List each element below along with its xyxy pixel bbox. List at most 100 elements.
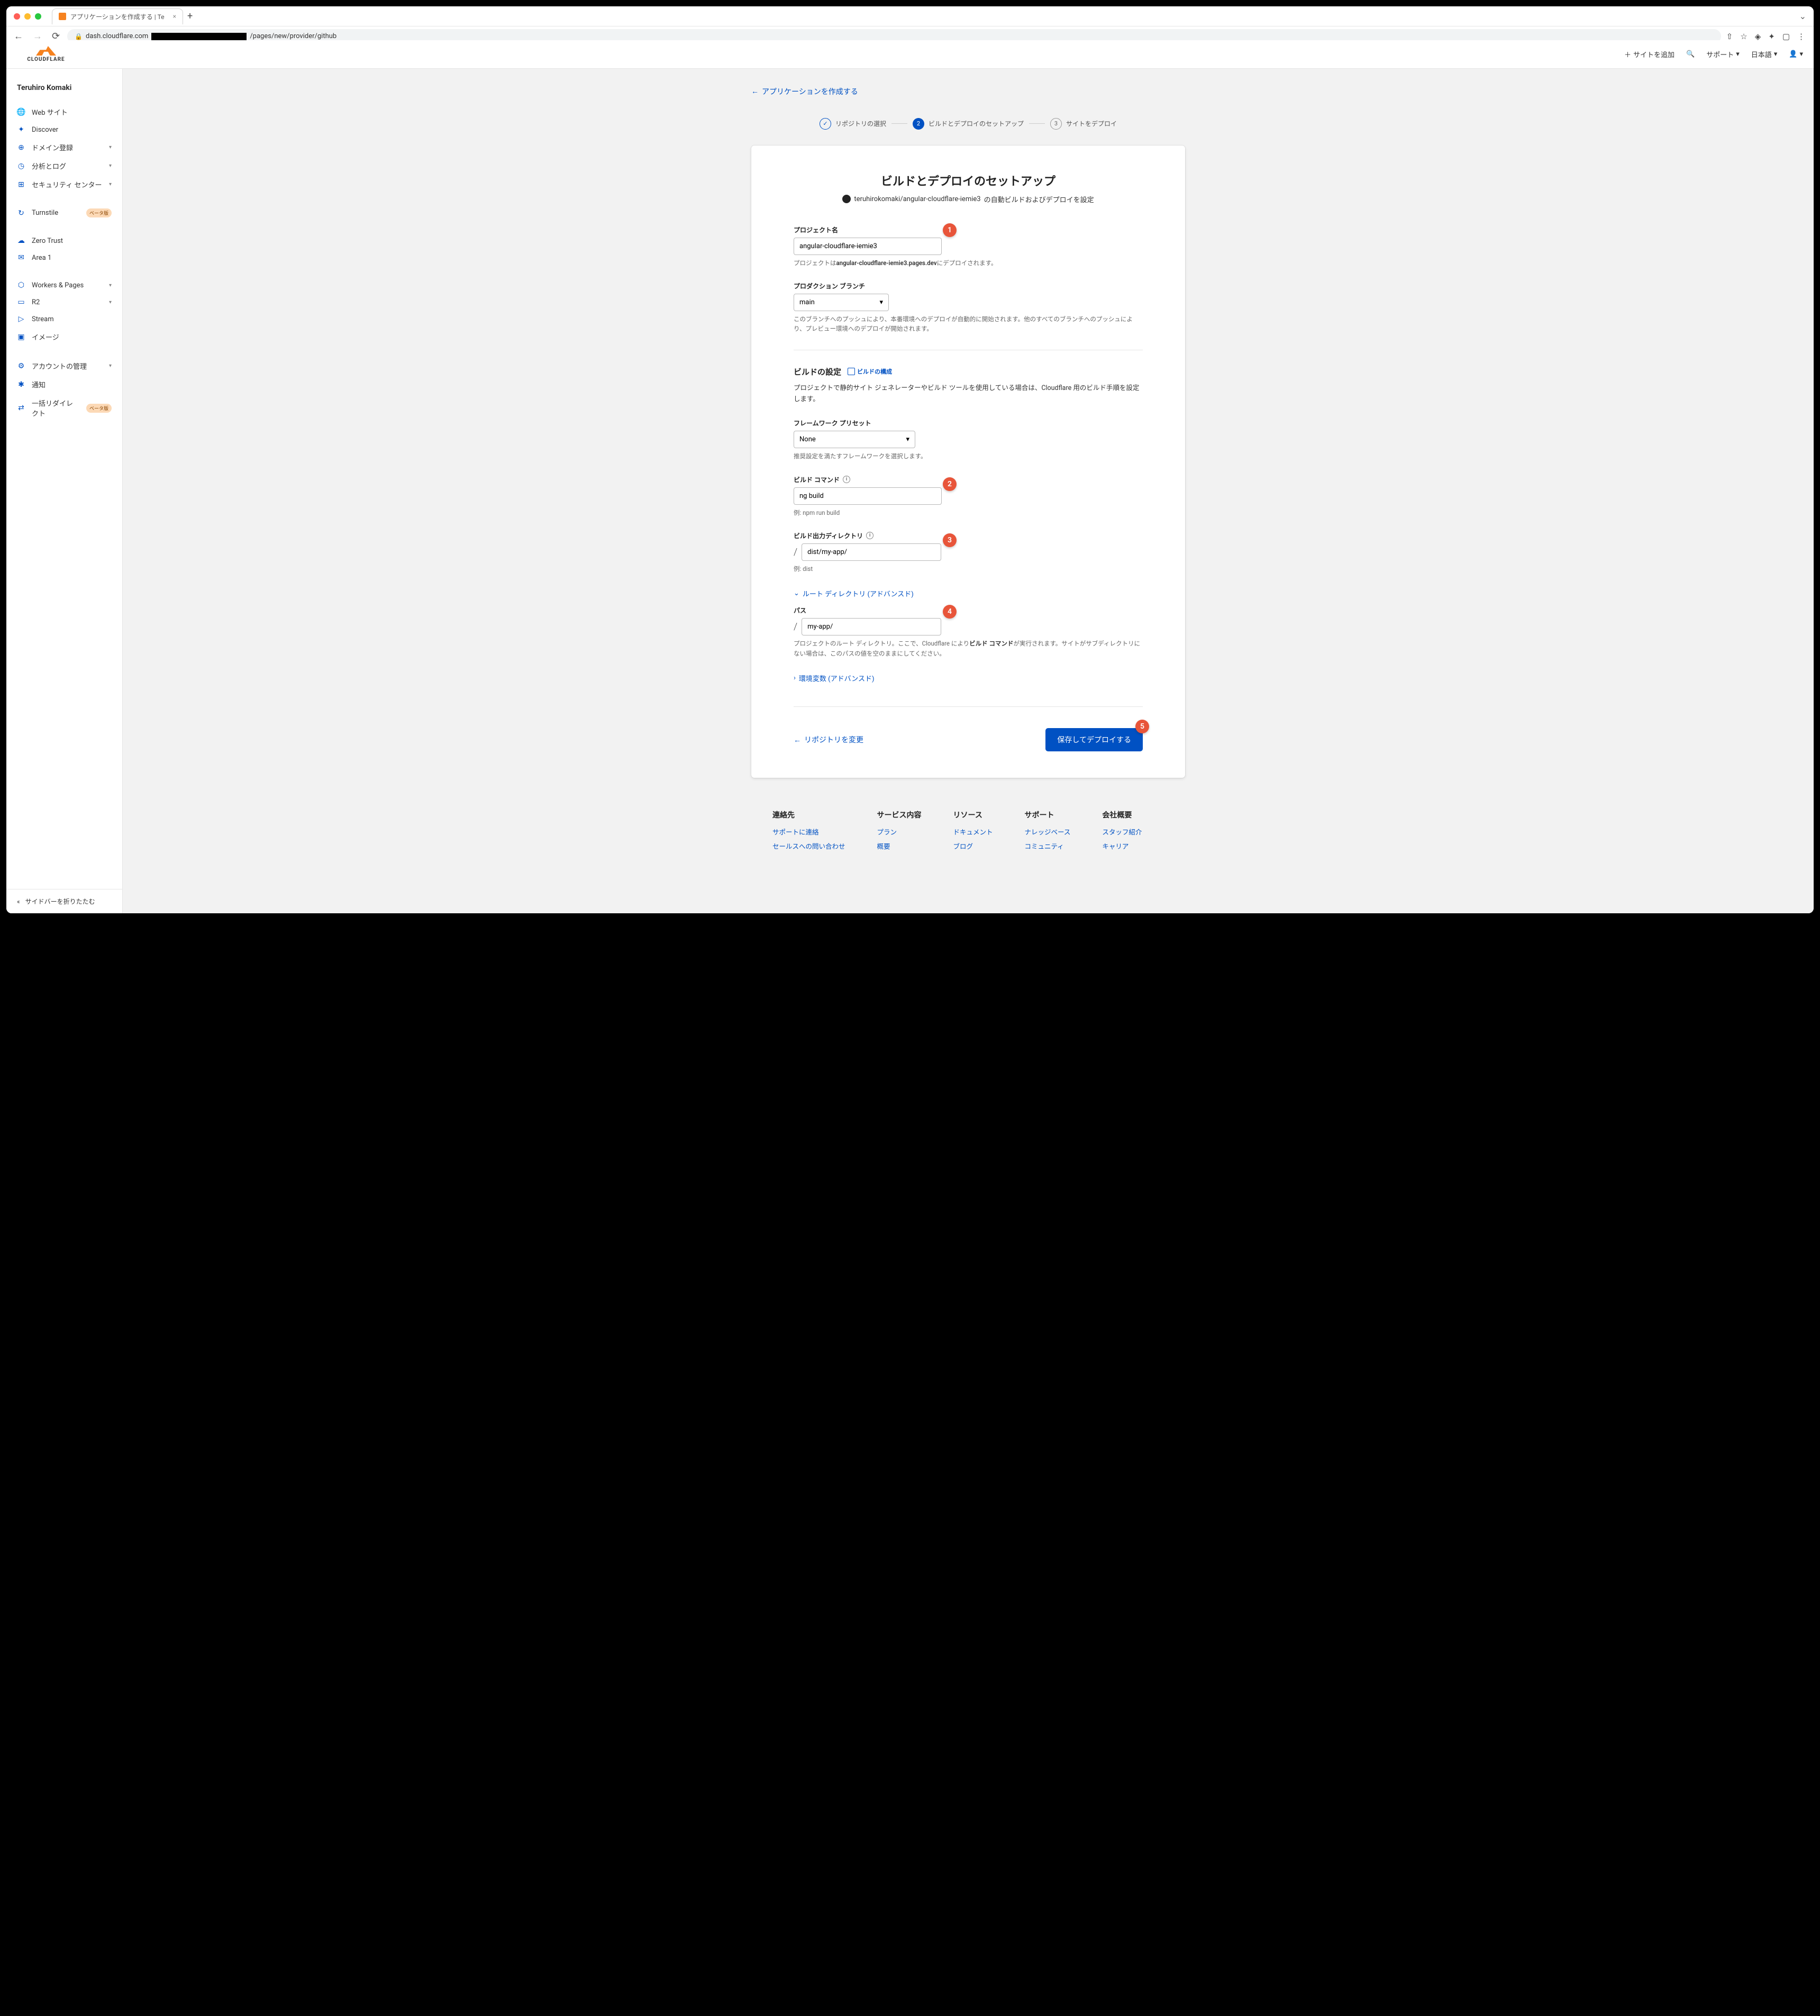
tab-title: アプリケーションを作成する | Te [70, 12, 165, 21]
support-menu[interactable]: サポート ▾ [1706, 49, 1740, 59]
callout-1: 1 [943, 223, 957, 237]
add-site-button[interactable]: ＋ サイトを追加 [1624, 49, 1675, 59]
close-tab-icon[interactable]: × [173, 13, 176, 20]
check-icon: ✓ [820, 118, 831, 130]
nav-label: Workers & Pages [32, 281, 103, 289]
footer-link[interactable]: コミュニティ [1025, 841, 1071, 851]
footer-link[interactable]: キャリア [1102, 841, 1142, 851]
footer-link[interactable]: セールスへの問い合わせ [772, 841, 845, 851]
nav-icon: ✉ [17, 253, 25, 262]
search-button[interactable]: 🔍 [1686, 50, 1695, 58]
chevron-down-icon: ▾ [109, 144, 112, 150]
save-deploy-button[interactable]: 保存してデプロイする [1045, 728, 1143, 751]
nav-label: Stream [32, 315, 112, 323]
nav-label: Zero Trust [32, 237, 112, 245]
nav-label: セキュリティ センター [32, 179, 103, 189]
puzzle-icon[interactable]: ✦ [1768, 32, 1775, 41]
footer-link[interactable]: プラン [877, 827, 922, 837]
user-icon: 👤 [1789, 50, 1797, 58]
step-1: ✓ リポジトリの選択 [820, 118, 886, 130]
sidebar-item[interactable]: ☁ Zero Trust [6, 232, 122, 249]
minimize-window-icon[interactable] [24, 13, 31, 20]
build-doc-link[interactable]: ビルドの構成 [848, 367, 892, 376]
sidebar-item[interactable]: ✱ 通知 [6, 375, 122, 394]
menu-icon[interactable]: ⋮ [1797, 32, 1805, 41]
sidebar-item[interactable]: ⊕ ドメイン登録 ▾ [6, 138, 122, 157]
change-repo-link[interactable]: ← リポジトリを変更 [794, 734, 863, 745]
path-prefix: / [794, 621, 797, 632]
sidebar-item[interactable]: ✉ Area 1 [6, 249, 122, 266]
sidebar-item[interactable]: ▭ R2 ▾ [6, 294, 122, 311]
chevron-down-icon: ▾ [879, 298, 883, 306]
url-host: dash.cloudflare.com [86, 32, 148, 40]
sidebar-item[interactable]: ⚙ アカウントの管理 ▾ [6, 357, 122, 375]
cloudflare-favicon-icon [59, 13, 66, 20]
chevron-down-icon: ▾ [109, 283, 112, 288]
account-menu[interactable]: 👤 ▾ [1789, 50, 1803, 58]
account-name[interactable]: Teruhiro Komaki [6, 75, 122, 101]
card-subtext: teruhirokomaki/angular-cloudflare-iemie3… [794, 194, 1143, 204]
bookmark-icon[interactable]: ☆ [1740, 32, 1747, 41]
nav-label: ドメイン登録 [32, 142, 103, 152]
footer-link[interactable]: スタッフ紹介 [1102, 827, 1142, 837]
collapse-sidebar-button[interactable]: « サイドバーを折りたたむ [6, 889, 122, 913]
project-name-help: プロジェクトはangular-cloudflare-iemie3.pages.d… [794, 258, 1143, 268]
branch-label: プロダクション ブランチ [794, 281, 1143, 290]
maximize-window-icon[interactable] [35, 13, 41, 20]
footer-link[interactable]: サポートに連絡 [772, 827, 845, 837]
close-window-icon[interactable] [14, 13, 20, 20]
footer-heading: 会社概要 [1102, 810, 1142, 820]
preset-help: 推奨設定を満たすフレームワークを選択します。 [794, 451, 1143, 461]
chevron-down-icon: ▾ [109, 181, 112, 187]
chevron-down-icon: ⌄ [794, 589, 799, 597]
nav-label: Discover [32, 126, 112, 134]
output-dir-input[interactable] [802, 543, 941, 561]
share-icon[interactable]: ⇧ [1726, 32, 1733, 41]
root-dir-toggle[interactable]: ⌄ ルート ディレクトリ (アドバンスド) [794, 588, 914, 598]
panel-icon[interactable]: ▢ [1782, 32, 1790, 41]
path-help: プロジェクトのルート ディレクトリ。ここで、Cloudflare によりビルド … [794, 639, 1143, 658]
footer-link[interactable]: 概要 [877, 841, 922, 851]
sidebar-item[interactable]: ⇄ 一括リダイレクト ベータ版 [6, 394, 122, 422]
branch-select[interactable]: main▾ [794, 294, 889, 311]
new-tab-button[interactable]: + [187, 11, 193, 22]
sidebar-item[interactable]: ◷ 分析とログ ▾ [6, 157, 122, 175]
footer-heading: 連絡先 [772, 810, 845, 820]
sidebar-item[interactable]: 🌐 Web サイト [6, 103, 122, 121]
nav-icon: ▣ [17, 333, 25, 341]
sidebar-item[interactable]: ↻ Turnstile ベータ版 [6, 204, 122, 222]
app-topbar: CLOUDFLARE ＋ サイトを追加 🔍 サポート ▾ 日本語 ▾ 👤 ▾ [6, 40, 1814, 69]
extension-icon[interactable]: ◈ [1755, 32, 1761, 41]
output-label: ビルド出力ディレクトリ i [794, 531, 1143, 540]
build-command-input[interactable] [794, 487, 942, 505]
cloudflare-logo[interactable]: CLOUDFLARE [17, 44, 75, 65]
chevron-down-icon[interactable]: ⌄ [1799, 11, 1814, 21]
nav-icon: ▷ [17, 315, 25, 323]
sidebar-item[interactable]: ✦ Discover [6, 121, 122, 138]
info-icon[interactable]: i [843, 476, 850, 483]
build-desc: プロジェクトで静的サイト ジェネレーターやビルド ツールを使用している場合は、C… [794, 383, 1143, 405]
language-menu[interactable]: 日本語 ▾ [1751, 49, 1778, 59]
sidebar-item[interactable]: ⬡ Workers & Pages ▾ [6, 277, 122, 294]
nav-icon: ◷ [17, 162, 25, 170]
root-path-input[interactable] [802, 618, 941, 635]
preset-select[interactable]: None▾ [794, 431, 915, 448]
env-vars-toggle[interactable]: › 環境変数 (アドバンスド) [794, 673, 875, 683]
nav-label: 分析とログ [32, 161, 103, 171]
callout-2: 2 [943, 477, 957, 491]
sidebar-item[interactable]: ⊞ セキュリティ センター ▾ [6, 175, 122, 194]
beta-badge: ベータ版 [86, 208, 112, 217]
setup-card: ビルドとデプロイのセットアップ teruhirokomaki/angular-c… [751, 146, 1185, 778]
footer-link[interactable]: ドキュメント [953, 827, 993, 837]
footer-link[interactable]: ナレッジベース [1025, 827, 1071, 837]
back-to-create-app-link[interactable]: ← アプリケーションを作成する [751, 86, 858, 97]
callout-4: 4 [943, 605, 957, 619]
project-name-input[interactable] [794, 238, 942, 255]
sidebar-item[interactable]: ▷ Stream [6, 311, 122, 328]
chevron-down-icon: ▾ [109, 299, 112, 305]
sidebar-item[interactable]: ▣ イメージ [6, 328, 122, 346]
card-title: ビルドとデプロイのセットアップ [794, 172, 1143, 189]
footer-link[interactable]: ブログ [953, 841, 993, 851]
browser-tab[interactable]: アプリケーションを作成する | Te × [52, 8, 183, 24]
info-icon[interactable]: i [866, 532, 873, 539]
